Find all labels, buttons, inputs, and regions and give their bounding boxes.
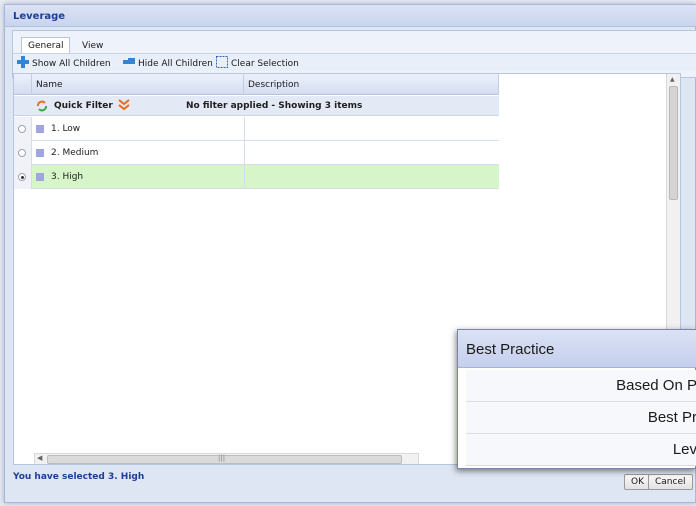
vertical-scroll-thumb[interactable] bbox=[669, 86, 678, 200]
show-all-children-label: Show All Children bbox=[32, 58, 111, 69]
table-row[interactable]: 1. Low bbox=[14, 117, 499, 141]
plus-icon bbox=[17, 56, 29, 71]
double-chevron-down-icon[interactable] bbox=[118, 99, 130, 114]
grip-icon: ||| bbox=[218, 454, 226, 462]
horizontal-scrollbar[interactable]: ◀ ||| bbox=[34, 453, 419, 464]
clear-selection-icon bbox=[216, 56, 228, 71]
cancel-button[interactable]: Cancel bbox=[648, 474, 693, 490]
popup-header: Best Practice bbox=[458, 330, 696, 368]
quick-filter-label[interactable]: Quick Filter bbox=[54, 101, 113, 111]
item-icon bbox=[36, 149, 44, 157]
item-icon bbox=[36, 125, 44, 133]
horizontal-scroll-thumb[interactable]: ||| bbox=[47, 454, 402, 464]
best-practice-popup: Best Practice Based On P Best Pr Lev bbox=[457, 329, 696, 469]
cell-divider bbox=[244, 165, 245, 189]
cell-divider bbox=[244, 117, 245, 141]
scroll-up-icon[interactable]: ▲ bbox=[670, 76, 675, 83]
clear-selection-label: Clear Selection bbox=[231, 58, 299, 69]
row-radio[interactable] bbox=[18, 149, 26, 157]
hide-all-children-label: Hide All Children bbox=[138, 58, 213, 69]
filter-status: No filter applied - Showing 3 items bbox=[186, 101, 363, 111]
row-name: 3. High bbox=[51, 172, 84, 182]
filter-refresh-icon[interactable] bbox=[36, 100, 48, 115]
table-row[interactable]: 2. Medium bbox=[14, 141, 499, 165]
row-selector bbox=[14, 117, 32, 141]
show-all-children-button[interactable]: Show All Children bbox=[17, 56, 111, 71]
row-radio[interactable] bbox=[18, 173, 26, 181]
column-header-description[interactable]: Description bbox=[244, 74, 499, 95]
selection-status: You have selected 3. High bbox=[13, 472, 145, 482]
grid-header: Name Description bbox=[14, 74, 499, 95]
tab-view[interactable]: View bbox=[75, 37, 110, 53]
ok-button[interactable]: OK bbox=[624, 474, 651, 490]
selector-header bbox=[14, 74, 32, 95]
popup-row[interactable]: Best Pr bbox=[466, 402, 696, 434]
row-selector bbox=[14, 141, 32, 165]
quick-filter-row: Quick Filter No filter applied - Showing… bbox=[14, 96, 499, 116]
scroll-left-icon[interactable]: ◀ bbox=[37, 454, 42, 462]
row-selector bbox=[14, 165, 32, 189]
hide-all-children-button[interactable]: Hide All Children bbox=[123, 57, 213, 70]
popup-row[interactable]: Based On P bbox=[466, 370, 696, 402]
column-header-name[interactable]: Name bbox=[32, 74, 244, 95]
clear-selection-button[interactable]: Clear Selection bbox=[216, 56, 299, 71]
dialog-title: Leverage bbox=[5, 5, 696, 27]
cell-divider bbox=[244, 141, 245, 165]
row-name: 1. Low bbox=[51, 124, 81, 134]
toolbar: Show All Children Hide All Children Clea… bbox=[13, 53, 696, 71]
item-icon bbox=[36, 173, 44, 181]
minus-icon bbox=[123, 56, 135, 71]
tab-panel: General View Show All Children Hide All … bbox=[12, 30, 696, 78]
tab-general[interactable]: General bbox=[21, 37, 71, 53]
popup-row[interactable]: Lev bbox=[466, 434, 696, 466]
table-row[interactable]: 3. High bbox=[14, 165, 499, 189]
row-radio[interactable] bbox=[18, 125, 26, 133]
row-name: 2. Medium bbox=[51, 148, 99, 158]
